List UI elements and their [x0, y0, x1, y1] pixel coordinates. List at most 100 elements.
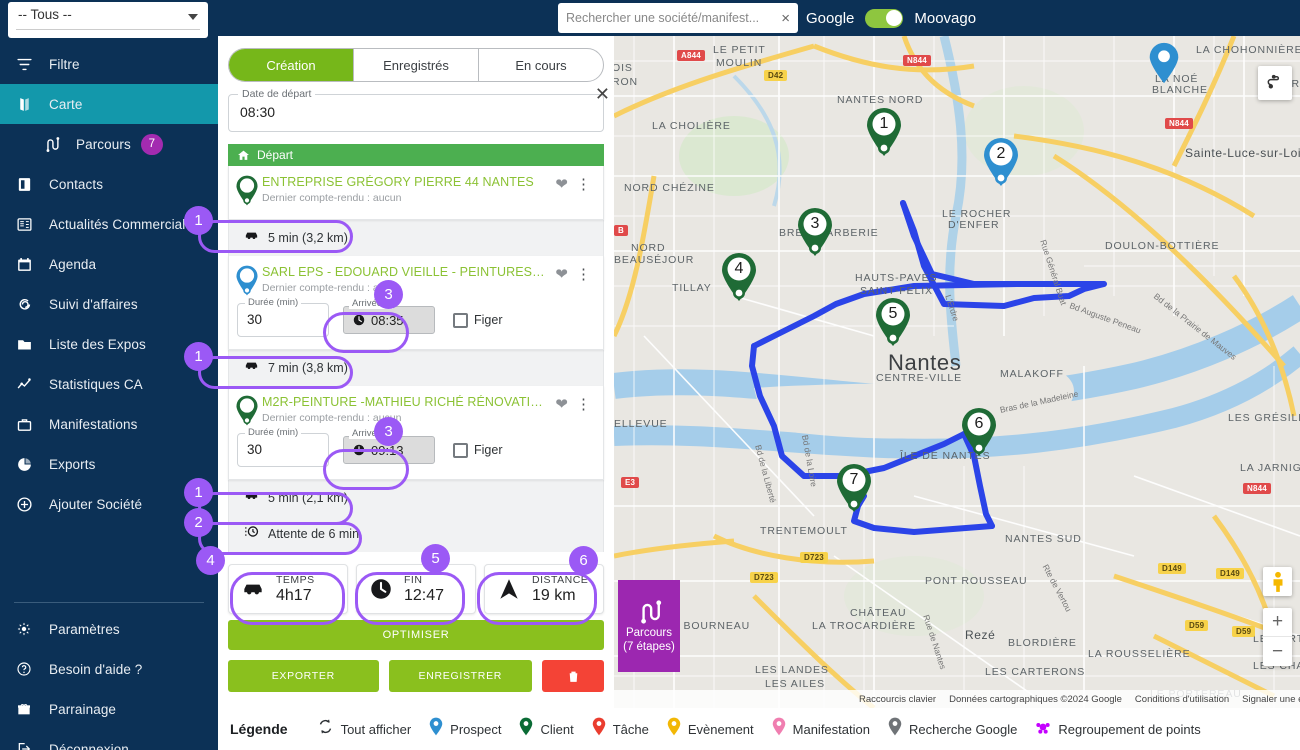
kebab-menu-icon[interactable]: ⋮: [576, 175, 595, 193]
arrival-time-value: 09:13: [371, 442, 404, 458]
map-marker-5[interactable]: 5: [874, 297, 912, 347]
stop-card[interactable]: 3 M2R-PEINTURE -MATHIEU RICHÉ RÉNOVATION …: [228, 386, 604, 480]
route-leg: 5 min (3,2 km): [228, 220, 604, 256]
sidebar-item-carte[interactable]: Carte: [0, 84, 218, 124]
road-shield: B: [614, 225, 628, 236]
arrival-time-button[interactable]: 08:35: [343, 306, 435, 334]
legend-item-prospect[interactable]: Prospect: [429, 717, 501, 741]
map-legend: Légende Tout afficher Prospect Client Tâche…: [218, 708, 1300, 750]
map-place-label: LES LANDES: [755, 664, 829, 676]
freeze-checkbox[interactable]: [453, 312, 468, 328]
stop-pin-icon: 3: [235, 395, 259, 426]
optimiser-button[interactable]: OPTIMISER: [228, 620, 604, 650]
duration-field[interactable]: Durée (min) 30: [237, 427, 329, 467]
attr-keyboard-shortcuts[interactable]: Raccourcis clavier: [859, 694, 936, 705]
clock-icon: [371, 579, 391, 599]
zoom-out-button[interactable]: −: [1263, 637, 1292, 666]
legend-item-recherche-google[interactable]: Recherche Google: [888, 717, 1017, 741]
pin-icon: [592, 717, 605, 736]
pin-icon: [520, 717, 533, 736]
map-marker-2[interactable]: 2: [982, 137, 1020, 187]
sidebar-item-suivi-daffaires[interactable]: Suivi d'affaires: [0, 284, 218, 324]
car-icon: [245, 492, 258, 500]
map-gesture-icon[interactable]: [1258, 66, 1292, 100]
freeze-label: Figer: [474, 443, 503, 457]
favorite-heart-icon[interactable]: ❤: [547, 265, 576, 283]
legend-item-client[interactable]: Client: [519, 717, 574, 741]
attr-map-data: Données cartographiques ©2024 Google: [949, 693, 1122, 705]
stats-icon: [17, 377, 31, 388]
route-stats: TEMPS 4h17 FIN 12:47 DISTANCE 19 km: [228, 564, 604, 614]
tab-cr-ation[interactable]: Création: [229, 49, 354, 81]
attr-terms[interactable]: Conditions d'utilisation: [1135, 694, 1229, 705]
search-input[interactable]: [566, 11, 778, 25]
car-icon: [245, 362, 258, 370]
sidebar-item-ajouter-societe[interactable]: Ajouter Société: [0, 484, 218, 524]
legend-item-t-che[interactable]: Tâche: [592, 717, 649, 741]
legend-item-label: Client: [540, 721, 574, 737]
close-icon[interactable]: ×: [777, 10, 790, 27]
sidebar-item-manifestations[interactable]: Manifestations: [0, 404, 218, 444]
sidebar-item-contacts[interactable]: Contacts: [0, 164, 218, 204]
map-marker-6[interactable]: 6: [960, 407, 998, 457]
map-marker-7[interactable]: 7: [835, 463, 873, 513]
global-search[interactable]: ×: [558, 3, 798, 33]
sidebar-item-parametres[interactable]: Paramètres: [0, 609, 218, 649]
sidebar-item-agenda[interactable]: Agenda: [0, 244, 218, 284]
exporter-button[interactable]: EXPORTER: [228, 660, 379, 692]
pin-icon: [429, 717, 443, 736]
map-place-label: SAINT-FÉLIX: [860, 285, 933, 297]
sidebar-item-statistiques-ca[interactable]: Statistiques CA: [0, 364, 218, 404]
arrival-time-button[interactable]: 09:13: [343, 436, 435, 464]
stop-title: SARL EPS - EDOUARD VIEILLE - PEINTURES &…: [262, 265, 547, 279]
map-marker-4[interactable]: 4: [720, 252, 758, 302]
sidebar-item-besoin-daide[interactable]: Besoin d'aide ?: [0, 649, 218, 689]
sidebar-item-actualites-commerciales[interactable]: Actualités Commerciales: [0, 204, 218, 244]
map-provider-toggle[interactable]: [865, 8, 904, 28]
freeze-checkbox[interactable]: [453, 442, 468, 458]
delete-button[interactable]: [542, 660, 604, 692]
map-place-label: LES CARTERONS: [985, 666, 1086, 678]
zoom-in-button[interactable]: +: [1263, 608, 1292, 637]
freeze-checkbox-group[interactable]: Figer: [453, 442, 503, 458]
tab-en-cours[interactable]: En cours: [479, 49, 603, 81]
favorite-heart-icon[interactable]: ❤: [547, 175, 576, 193]
panel-close-button[interactable]: ✕: [595, 84, 610, 105]
enregistrer-button[interactable]: ENREGISTRER: [388, 660, 532, 692]
favorite-heart-icon[interactable]: ❤: [547, 395, 576, 413]
duration-field[interactable]: Durée (min) 30: [237, 297, 329, 337]
map-place-label: TILLAY: [672, 282, 712, 294]
sidebar-item-filtre[interactable]: Filtre: [0, 44, 218, 84]
car-icon: [243, 227, 260, 249]
sidebar-item-exports[interactable]: Exports: [0, 444, 218, 484]
stop-card[interactable]: 1 ENTREPRISE GRÉGORY PIERRE 44 NANTES Dern…: [228, 166, 604, 220]
filter-icon: [16, 54, 40, 74]
parcours-map-chip[interactable]: Parcours (7 étapes): [618, 580, 680, 672]
legend-icon: [888, 717, 902, 741]
map-marker-prospect[interactable]: [1148, 42, 1186, 92]
attr-report-error[interactable]: Signaler une erreur cartographique: [1242, 694, 1300, 705]
kebab-menu-icon[interactable]: ⋮: [576, 265, 595, 283]
sidebar-item-deconnexion[interactable]: Déconnexion: [0, 729, 218, 750]
gift-icon: [18, 704, 30, 715]
departure-time-field[interactable]: Date de départ 08:30: [228, 88, 604, 132]
legend-item-manifestation[interactable]: Manifestation: [772, 717, 870, 741]
tab-enregistr-s[interactable]: Enregistrés: [354, 49, 479, 81]
sidebar-item-parrainage[interactable]: Parrainage: [0, 689, 218, 729]
freeze-checkbox-group[interactable]: Figer: [453, 312, 502, 328]
map-marker-3[interactable]: 3: [796, 207, 834, 257]
legend-item-ev-nement[interactable]: Evènement: [667, 717, 754, 741]
sidebar-item-liste-des-expos[interactable]: Liste des Expos: [0, 324, 218, 364]
sidebar-item-parcours[interactable]: Parcours 7: [0, 124, 218, 164]
map-canvas[interactable]: LE PETIT MOULIN OIS RON NANTES NORD LA CHOLIÈ…: [614, 36, 1300, 708]
map-zoom-controls[interactable]: + −: [1263, 608, 1292, 666]
legend-item-regroupement-de-points[interactable]: Regroupement de points: [1035, 719, 1201, 740]
map-marker-1[interactable]: 1: [865, 107, 903, 157]
plus-circle-icon: [17, 496, 32, 512]
sidebar-item-label: Déconnexion: [49, 741, 129, 750]
street-view-pegman[interactable]: [1263, 567, 1292, 596]
kebab-menu-icon[interactable]: ⋮: [576, 395, 595, 413]
company-filter-select[interactable]: -- Tous --: [8, 2, 208, 38]
legend-item-tout-afficher[interactable]: Tout afficher: [317, 718, 411, 740]
stop-card[interactable]: 2 SARL EPS - EDOUARD VIEILLE - PEINTURES …: [228, 256, 604, 350]
